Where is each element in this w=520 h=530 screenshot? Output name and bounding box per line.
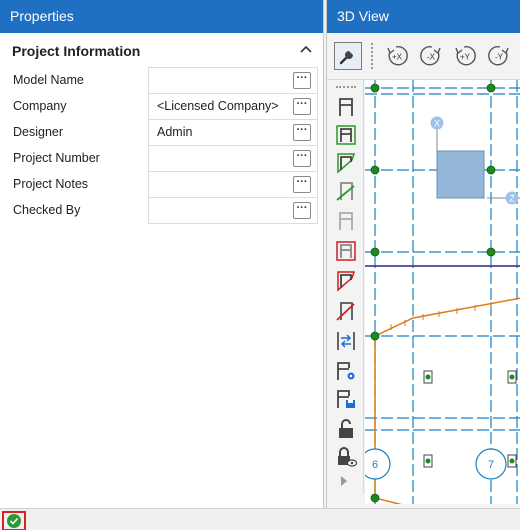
support-release-button[interactable] [335, 180, 357, 202]
nodes [370, 83, 496, 503]
orange-beam [374, 297, 520, 337]
support-fixed-button[interactable] [335, 96, 357, 118]
support-icon [337, 271, 356, 292]
ellipsis-button[interactable]: ··· [293, 124, 311, 141]
toolbar-grip [336, 86, 356, 88]
property-value: <Licensed Company> [157, 99, 279, 113]
unlock-icon [339, 419, 353, 438]
rotate-label: +Y [460, 53, 471, 62]
property-row-company: Company <Licensed Company> ··· [0, 93, 323, 120]
support-icon [336, 302, 355, 321]
ellipsis-button[interactable]: ··· [293, 98, 311, 115]
support-toolbar [327, 80, 364, 494]
check-circle-icon [7, 514, 21, 528]
property-label: Model Name [13, 73, 84, 87]
rotate-minus-y-button[interactable]: -Y [487, 44, 511, 68]
company-field[interactable]: <Licensed Company> ··· [148, 93, 318, 120]
rotate-label: -X [427, 53, 436, 62]
support-red-button[interactable] [335, 240, 357, 262]
more-arrow-icon[interactable] [341, 476, 347, 486]
rotate-minus-x-button[interactable]: -X [419, 44, 443, 68]
toolbar-grip [371, 43, 373, 69]
property-label: Designer [13, 125, 64, 139]
property-row-model-name: Model Name ··· [0, 67, 323, 94]
model-name-field[interactable]: ··· [148, 67, 318, 94]
3d-canvas[interactable]: X Z 6 7 [365, 80, 520, 504]
property-row-project-notes: Project Notes ··· [0, 171, 323, 198]
rotate-label: -Y [495, 53, 504, 62]
support-clear-button[interactable] [335, 300, 357, 322]
project-notes-field[interactable]: ··· [148, 171, 318, 198]
property-row-checked-by: Checked By ··· [0, 197, 323, 224]
support-icon [336, 241, 356, 261]
property-label: Company [13, 99, 67, 113]
rotate-label: +X [392, 53, 403, 62]
rotate-icon: -Y [488, 46, 509, 66]
swap-button[interactable] [335, 330, 357, 352]
project-information-header[interactable]: Project Information [0, 33, 323, 67]
3d-view-panel: 3D View +X -X +Y -Y X Z 6 7 [326, 0, 520, 508]
rotate-icon: -X [420, 46, 441, 66]
project-number-field[interactable]: ··· [148, 145, 318, 172]
view-toolbar: +X -X +Y -Y [327, 33, 520, 80]
property-label: Checked By [13, 203, 81, 217]
ellipsis-button[interactable]: ··· [293, 150, 311, 167]
3d-view-title: 3D View [327, 0, 520, 33]
save-icon [337, 390, 355, 408]
status-ok-button[interactable] [2, 511, 26, 530]
checked-by-field[interactable]: ··· [148, 197, 318, 224]
axis-z-label: Z [509, 194, 515, 204]
gridline-label: 7 [488, 459, 494, 471]
property-label: Project Number [13, 151, 100, 165]
wrench-tool-button[interactable] [334, 42, 362, 70]
rotate-plus-x-button[interactable]: +X [385, 44, 409, 68]
support-gray-button[interactable] [335, 210, 357, 232]
support-pinned-button[interactable] [335, 124, 357, 146]
unlock-button[interactable] [335, 418, 357, 440]
orange-column [374, 336, 403, 504]
axis-x-label: X [434, 119, 440, 129]
support-save-button[interactable] [335, 388, 357, 410]
gridline-label: 6 [372, 459, 378, 471]
app-root: Properties Project Information Model Nam… [0, 0, 520, 530]
support-icon [339, 98, 353, 116]
support-green-button[interactable] [335, 152, 357, 174]
rotate-icon: +X [387, 46, 408, 66]
gear-icon [337, 362, 355, 380]
ellipsis-button[interactable]: ··· [293, 72, 311, 89]
support-settings-button[interactable] [335, 360, 357, 382]
view-cube [436, 150, 485, 199]
lock-visibility-button[interactable] [335, 446, 358, 468]
ellipsis-button[interactable]: ··· [293, 202, 311, 219]
support-symbols [423, 370, 517, 468]
support-icon [339, 212, 353, 230]
support-icon [336, 182, 355, 201]
chevron-up-icon[interactable] [299, 43, 313, 57]
status-bar [0, 508, 520, 530]
support-icon [336, 125, 356, 145]
support-red-diagonal-button[interactable] [335, 270, 357, 292]
properties-panel: Properties Project Information Model Nam… [0, 0, 324, 508]
designer-field[interactable]: Admin ··· [148, 119, 318, 146]
properties-title: Properties [0, 0, 323, 33]
property-row-project-number: Project Number ··· [0, 145, 323, 172]
lock-eye-icon [338, 447, 358, 467]
section-title: Project Information [12, 43, 141, 59]
wrench-icon [339, 51, 353, 65]
structure-drawing: X Z 6 7 [365, 80, 520, 504]
property-label: Project Notes [13, 177, 89, 191]
rotate-icon: +Y [455, 46, 476, 66]
property-value: Admin [157, 125, 193, 139]
swap-arrows-icon [337, 332, 355, 350]
support-icon [337, 153, 356, 174]
rotate-plus-y-button[interactable]: +Y [453, 44, 477, 68]
ellipsis-button[interactable]: ··· [293, 176, 311, 193]
property-row-designer: Designer Admin ··· [0, 119, 323, 146]
